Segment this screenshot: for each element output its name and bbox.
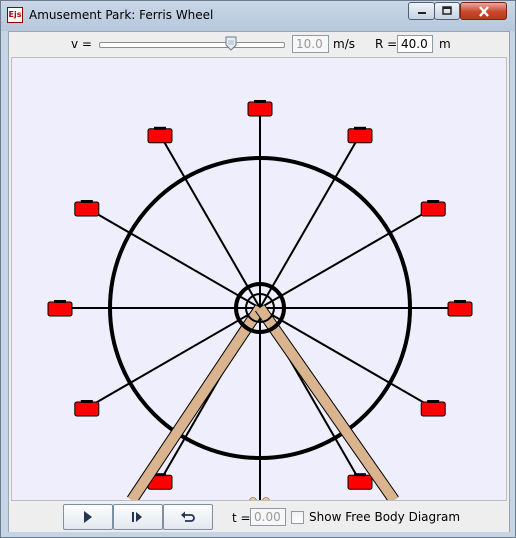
gondola-hook [80,400,93,403]
play-icon [84,511,92,523]
close-icon [478,6,489,17]
radius-unit: m [439,37,451,51]
maximize-icon [442,6,452,15]
free-body-diagram-checkbox[interactable] [291,511,304,524]
wheel-spoke [159,134,261,309]
reset-button[interactable] [163,504,213,530]
gondola [147,128,173,144]
rider-head [249,497,257,500]
gondola [347,474,373,490]
step-button[interactable] [113,504,163,530]
simulation-panel: v = 10.0 m/s R = 40.0 m t = 0.00 Show Fr… [8,31,510,532]
gondola-hook [154,126,166,130]
gondola [420,401,446,417]
ejs-app-icon: Ejs [7,7,23,23]
velocity-label: v = [71,37,92,51]
gondola-hook [354,126,366,130]
gondola [47,301,73,317]
step-icon [132,512,142,522]
minimize-button[interactable] [408,2,435,20]
ferris-wheel-canvas [11,57,507,501]
radius-label: R = [375,37,398,51]
velocity-unit: m/s [333,37,355,51]
velocity-field[interactable]: 10.0 [292,35,329,53]
app-window: Ejs Amusement Park: Ferris Wheel v = 10.… [0,0,516,538]
gondola [74,201,100,217]
gondola [447,301,473,317]
gondola-hook [54,300,66,303]
play-button[interactable] [63,504,113,530]
gondola [74,401,100,417]
maximize-button[interactable] [434,2,460,20]
ferris-wheel-drawing [47,100,473,500]
velocity-slider-thumb[interactable] [225,36,237,51]
parameter-bar: v = 10.0 m/s R = 40.0 m [9,32,509,56]
reset-icon [181,511,195,522]
rider-head [262,497,270,500]
gondola-hook [254,100,266,103]
velocity-slider-track[interactable] [99,42,285,48]
close-button[interactable] [460,2,507,20]
gondola-hook [354,473,366,477]
free-body-diagram-label[interactable]: Show Free Body Diagram [309,510,460,524]
gondola-hook [427,200,440,203]
gondola-hook [80,200,93,203]
gondola [247,101,273,117]
window-title: Amusement Park: Ferris Wheel [29,8,214,22]
wheel-spoke [259,307,434,409]
time-field: 0.00 [250,508,286,526]
gondola-hook [454,300,466,303]
time-label: t = [232,511,251,525]
wheel-spoke [259,207,434,309]
gondola [347,128,373,144]
support-leg [127,305,265,500]
wheel-spoke [86,207,261,309]
minimize-icon [417,12,426,14]
velocity-slider[interactable] [93,36,289,52]
title-bar[interactable]: Ejs Amusement Park: Ferris Wheel [1,1,515,29]
control-bar: t = 0.00 Show Free Body Diagram [9,502,509,532]
wheel-spoke [86,307,261,409]
wheel-spoke [259,134,361,309]
radius-field[interactable]: 40.0 [397,35,433,53]
gondola-hook [427,400,440,403]
gondola [420,201,446,217]
